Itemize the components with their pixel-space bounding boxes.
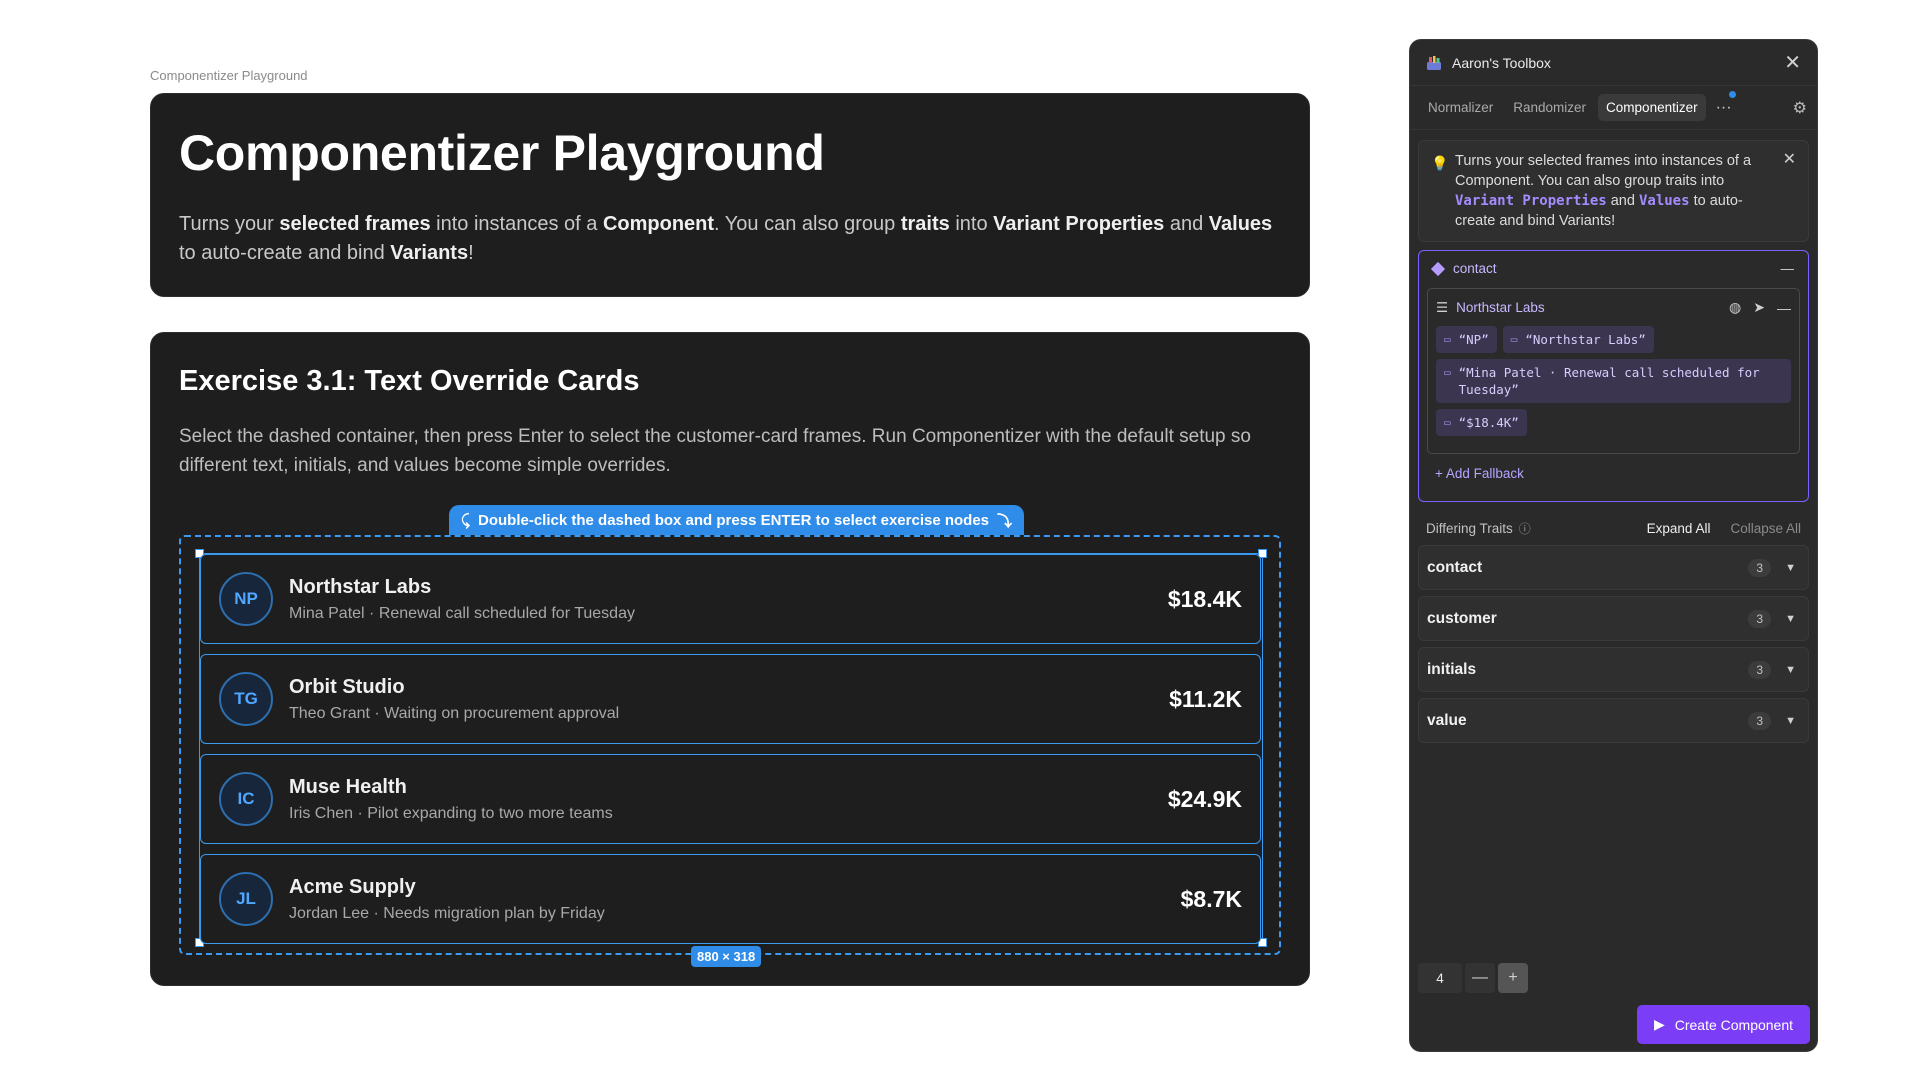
- deal-value: $11.2K: [1169, 685, 1242, 712]
- avatar: NP: [219, 572, 273, 626]
- trait-row-initials[interactable]: initials 3 ▼: [1418, 647, 1809, 692]
- deal-value: $8.7K: [1180, 885, 1242, 912]
- contact-line: Mina Patel · Renewal call scheduled for …: [289, 604, 635, 622]
- customer-name: Northstar Labs: [289, 575, 432, 598]
- differing-traits-label: Differing Traits: [1426, 521, 1513, 536]
- expand-all-button[interactable]: Expand All: [1647, 521, 1711, 536]
- arrow-down-icon: ⤵: [997, 512, 1013, 530]
- lightbulb-icon: 💡: [1431, 155, 1449, 171]
- avatar: IC: [219, 772, 273, 826]
- plugin-panel[interactable]: Aaron's Toolbox ✕ Normalizer Randomizer …: [1409, 39, 1818, 1052]
- arrow-curve-icon: ⤹: [461, 511, 471, 529]
- trait-count: 3: [1748, 660, 1772, 679]
- count-stepper: 4 — +: [1418, 963, 1528, 993]
- variant-value-name: Northstar Labs: [1456, 300, 1545, 315]
- hero-frame[interactable]: Componentizer Playground Turns your sele…: [150, 93, 1310, 297]
- trait-chip[interactable]: ▭ “Mina Patel · Renewal call scheduled fo…: [1436, 359, 1791, 403]
- tab-bar: Normalizer Randomizer Componentizer ··· …: [1410, 86, 1817, 130]
- customer-card[interactable]: NP Northstar Labs Mina Patel · Renewal c…: [200, 554, 1261, 644]
- trait-name: initials: [1427, 660, 1477, 678]
- trait-count: 3: [1748, 711, 1772, 730]
- text-layer-icon: ▭: [1444, 333, 1451, 346]
- group-name: contact: [1453, 261, 1497, 276]
- canvas-frame-label[interactable]: Componentizer Playground: [150, 68, 308, 83]
- trait-row-value[interactable]: value 3 ▼: [1418, 698, 1809, 743]
- info-icon[interactable]: ⓘ: [1519, 520, 1531, 537]
- dimension-label: 880 × 318: [691, 946, 762, 967]
- text-layer-icon: ▭: [1444, 366, 1451, 379]
- tab-randomizer[interactable]: Randomizer: [1505, 94, 1594, 121]
- decrement-button[interactable]: —: [1465, 963, 1495, 993]
- more-icon: ···: [1715, 98, 1732, 116]
- avatar: JL: [219, 872, 273, 926]
- text-layer-icon: ▭: [1444, 416, 1451, 429]
- increment-button[interactable]: +: [1498, 963, 1528, 993]
- trait-count: 3: [1748, 558, 1772, 577]
- trait-name: contact: [1427, 558, 1483, 576]
- chevron-down-icon[interactable]: ▼: [1785, 613, 1796, 625]
- drag-handle-icon[interactable]: ☰: [1436, 300, 1448, 316]
- hero-description: Turns your selected frames into instance…: [179, 213, 1273, 264]
- create-component-button[interactable]: ▶ Create Component: [1637, 1005, 1810, 1044]
- panel-title: Aaron's Toolbox: [1452, 54, 1551, 71]
- chevron-down-icon[interactable]: ▼: [1785, 562, 1796, 574]
- cursor-select-icon[interactable]: ➤: [1753, 299, 1765, 316]
- toolbox-logo-icon: [1427, 55, 1441, 70]
- collapse-icon[interactable]: —: [1781, 261, 1795, 276]
- contact-line: Jordan Lee · Needs migration plan by Fri…: [289, 904, 605, 922]
- page-title: Componentizer Playground: [179, 125, 825, 181]
- play-icon: ▶: [1653, 1016, 1665, 1032]
- exercise-description: Select the dashed container, then press …: [179, 426, 1251, 476]
- panel-header: Aaron's Toolbox ✕: [1410, 40, 1817, 86]
- more-tabs-button[interactable]: ···: [1710, 90, 1738, 117]
- trait-row-contact[interactable]: contact 3 ▼: [1418, 545, 1809, 590]
- dashed-container[interactable]: NP Northstar Labs Mina Patel · Renewal c…: [179, 535, 1281, 967]
- trait-row-customer[interactable]: customer 3 ▼: [1418, 596, 1809, 641]
- hint-banner: ⤹ Double-click the dashed box and press …: [449, 505, 1025, 535]
- info-banner: 💡 Turns your selected frames into instan…: [1418, 140, 1809, 242]
- hint-text: Double-click the dashed box and press EN…: [478, 511, 990, 529]
- customer-name: Orbit Studio: [289, 675, 405, 698]
- add-fallback-button[interactable]: + Add Fallback: [1435, 466, 1802, 481]
- customer-card[interactable]: TG Orbit Studio Theo Grant · Waiting on …: [200, 654, 1261, 744]
- chevron-down-icon[interactable]: ▼: [1785, 664, 1796, 676]
- tab-componentizer[interactable]: Componentizer: [1598, 94, 1706, 121]
- chevron-down-icon[interactable]: ▼: [1785, 715, 1796, 727]
- tab-normalizer[interactable]: Normalizer: [1420, 94, 1501, 121]
- trait-chip[interactable]: ▭ “Northstar Labs”: [1502, 326, 1654, 353]
- remove-icon[interactable]: —: [1777, 300, 1791, 316]
- trait-chips: ▭ “NP” ▭ “Northstar Labs” ▭ “Mina Patel · R…: [1436, 326, 1791, 436]
- trait-chip[interactable]: ▭ “$18.4K”: [1436, 409, 1527, 436]
- deal-value: $18.4K: [1167, 585, 1242, 612]
- customer-name: Acme Supply: [289, 875, 416, 898]
- text-layer-icon: ▭: [1510, 333, 1518, 346]
- customer-name: Muse Health: [289, 775, 407, 798]
- deal-value: $24.9K: [1167, 785, 1242, 812]
- exercise-frame[interactable]: Exercise 3.1: Text Override Cards Select…: [150, 332, 1310, 986]
- close-icon[interactable]: ✕: [1784, 50, 1801, 75]
- trait-chip[interactable]: ▭ “NP”: [1436, 326, 1497, 353]
- customer-card[interactable]: IC Muse Health Iris Chen · Pilot expandi…: [200, 754, 1261, 844]
- palette-icon[interactable]: ◍: [1729, 299, 1741, 316]
- close-icon[interactable]: ✕: [1783, 150, 1796, 170]
- create-component-label: Create Component: [1674, 1016, 1794, 1033]
- notification-dot: [1728, 90, 1736, 98]
- trait-name: customer: [1427, 609, 1497, 627]
- customer-card[interactable]: JL Acme Supply Jordan Lee · Needs migrat…: [200, 854, 1261, 944]
- variant-value-box[interactable]: ☰ Northstar Labs ◍ ➤ — ▭ “NP” ▭ “Northstar…: [1427, 288, 1800, 454]
- avatar: TG: [219, 672, 273, 726]
- differing-traits-header: Differing Traits ⓘ Expand All Collapse A…: [1426, 520, 1801, 537]
- selection-box[interactable]: NP Northstar Labs Mina Patel · Renewal c…: [195, 549, 1267, 947]
- trait-name: value: [1427, 711, 1467, 729]
- exercise-title: Exercise 3.1: Text Override Cards: [179, 365, 640, 397]
- variant-group-contact[interactable]: contact — ☰ Northstar Labs ◍ ➤ — ▭ “NP” ▭…: [1418, 250, 1809, 502]
- stepper-value[interactable]: 4: [1418, 963, 1462, 993]
- collapse-all-button[interactable]: Collapse All: [1730, 521, 1801, 536]
- gear-icon[interactable]: ⚙: [1793, 98, 1807, 118]
- component-diamond-icon: [1430, 261, 1446, 276]
- contact-line: Iris Chen · Pilot expanding to two more …: [289, 804, 613, 822]
- contact-line: Theo Grant · Waiting on procurement appr…: [289, 704, 620, 722]
- trait-count: 3: [1748, 609, 1772, 628]
